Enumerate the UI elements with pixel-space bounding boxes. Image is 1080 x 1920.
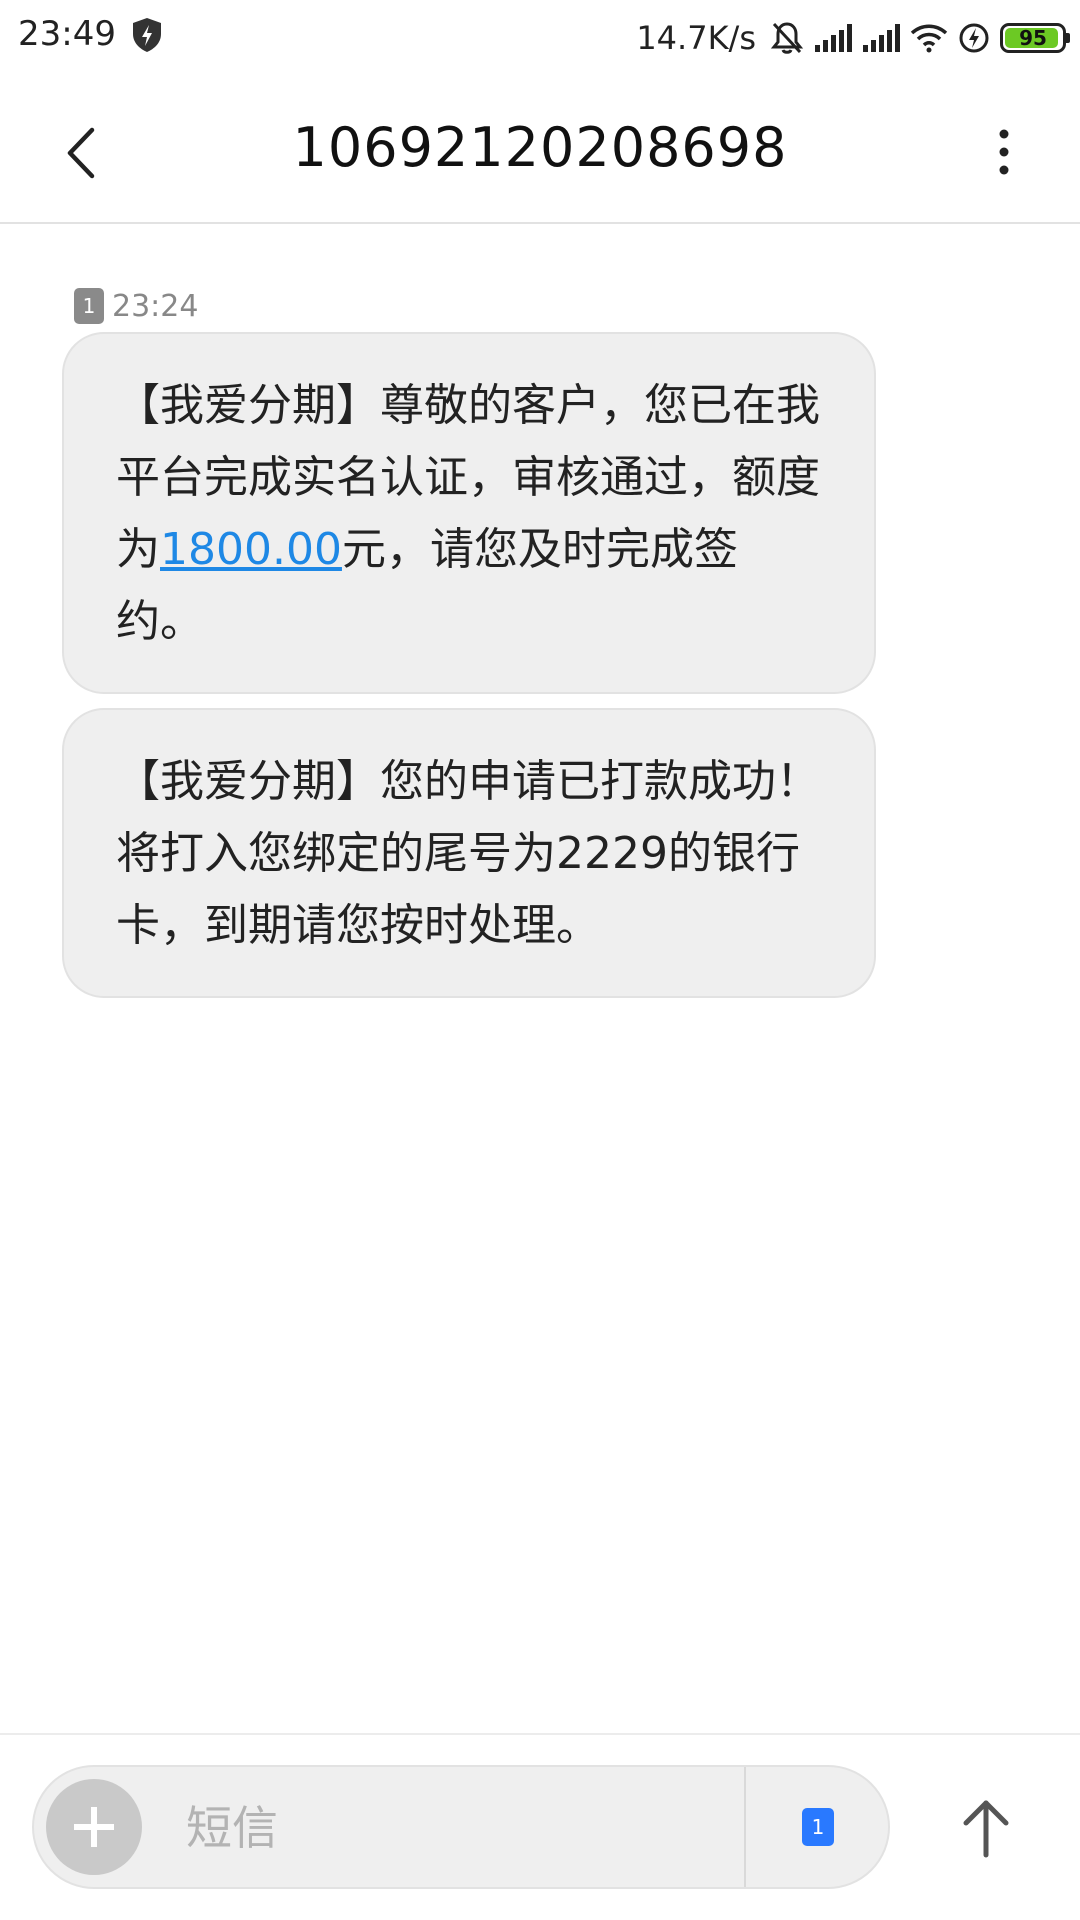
sms-input[interactable] bbox=[184, 1785, 748, 1871]
composer-bar: 1 bbox=[0, 1733, 1080, 1920]
message-timestamp: 23:24 bbox=[112, 288, 199, 324]
sim-card-icon: 1 bbox=[74, 288, 104, 324]
sim-card-icon: 1 bbox=[802, 1808, 834, 1846]
message-bubble[interactable]: 【我爱分期】您的申请已打款成功！将打入您绑定的尾号为2229的银行卡，到期请您按… bbox=[62, 708, 876, 998]
battery-level: 95 bbox=[1019, 26, 1047, 50]
status-bar: 23:49 14.7K/s 95 bbox=[0, 0, 1080, 78]
status-icons: 14.7K/s 95 bbox=[636, 14, 1070, 62]
signal-icon bbox=[863, 24, 900, 52]
signal-icon bbox=[815, 24, 852, 52]
arrow-up-icon[interactable] bbox=[950, 1793, 1022, 1865]
composer-box: 1 bbox=[32, 1765, 890, 1889]
status-time: 23:49 bbox=[18, 14, 116, 54]
amount-link[interactable]: 1800.00 bbox=[160, 524, 342, 575]
plus-icon[interactable] bbox=[46, 1779, 142, 1875]
conversation-header: 10692120208698 bbox=[0, 78, 1080, 224]
message-bubble[interactable]: 【我爱分期】尊敬的客户，您已在我平台完成实名认证，审核通过，额度为1800.00… bbox=[62, 332, 876, 694]
wifi-icon bbox=[910, 24, 948, 53]
sim-select-button[interactable]: 1 bbox=[746, 1767, 890, 1887]
charging-icon bbox=[959, 23, 989, 53]
network-speed: 14.7K/s bbox=[636, 19, 756, 57]
more-vertical-icon[interactable] bbox=[984, 118, 1024, 188]
mute-bell-icon bbox=[770, 22, 804, 54]
shield-icon bbox=[133, 18, 161, 52]
page-title: 10692120208698 bbox=[292, 116, 788, 179]
message-meta: 1 23:24 bbox=[74, 288, 198, 324]
battery-icon: 95 bbox=[1000, 23, 1070, 53]
message-text: 【我爱分期】您的申请已打款成功！将打入您绑定的尾号为2229的银行卡，到期请您按… bbox=[116, 756, 820, 951]
